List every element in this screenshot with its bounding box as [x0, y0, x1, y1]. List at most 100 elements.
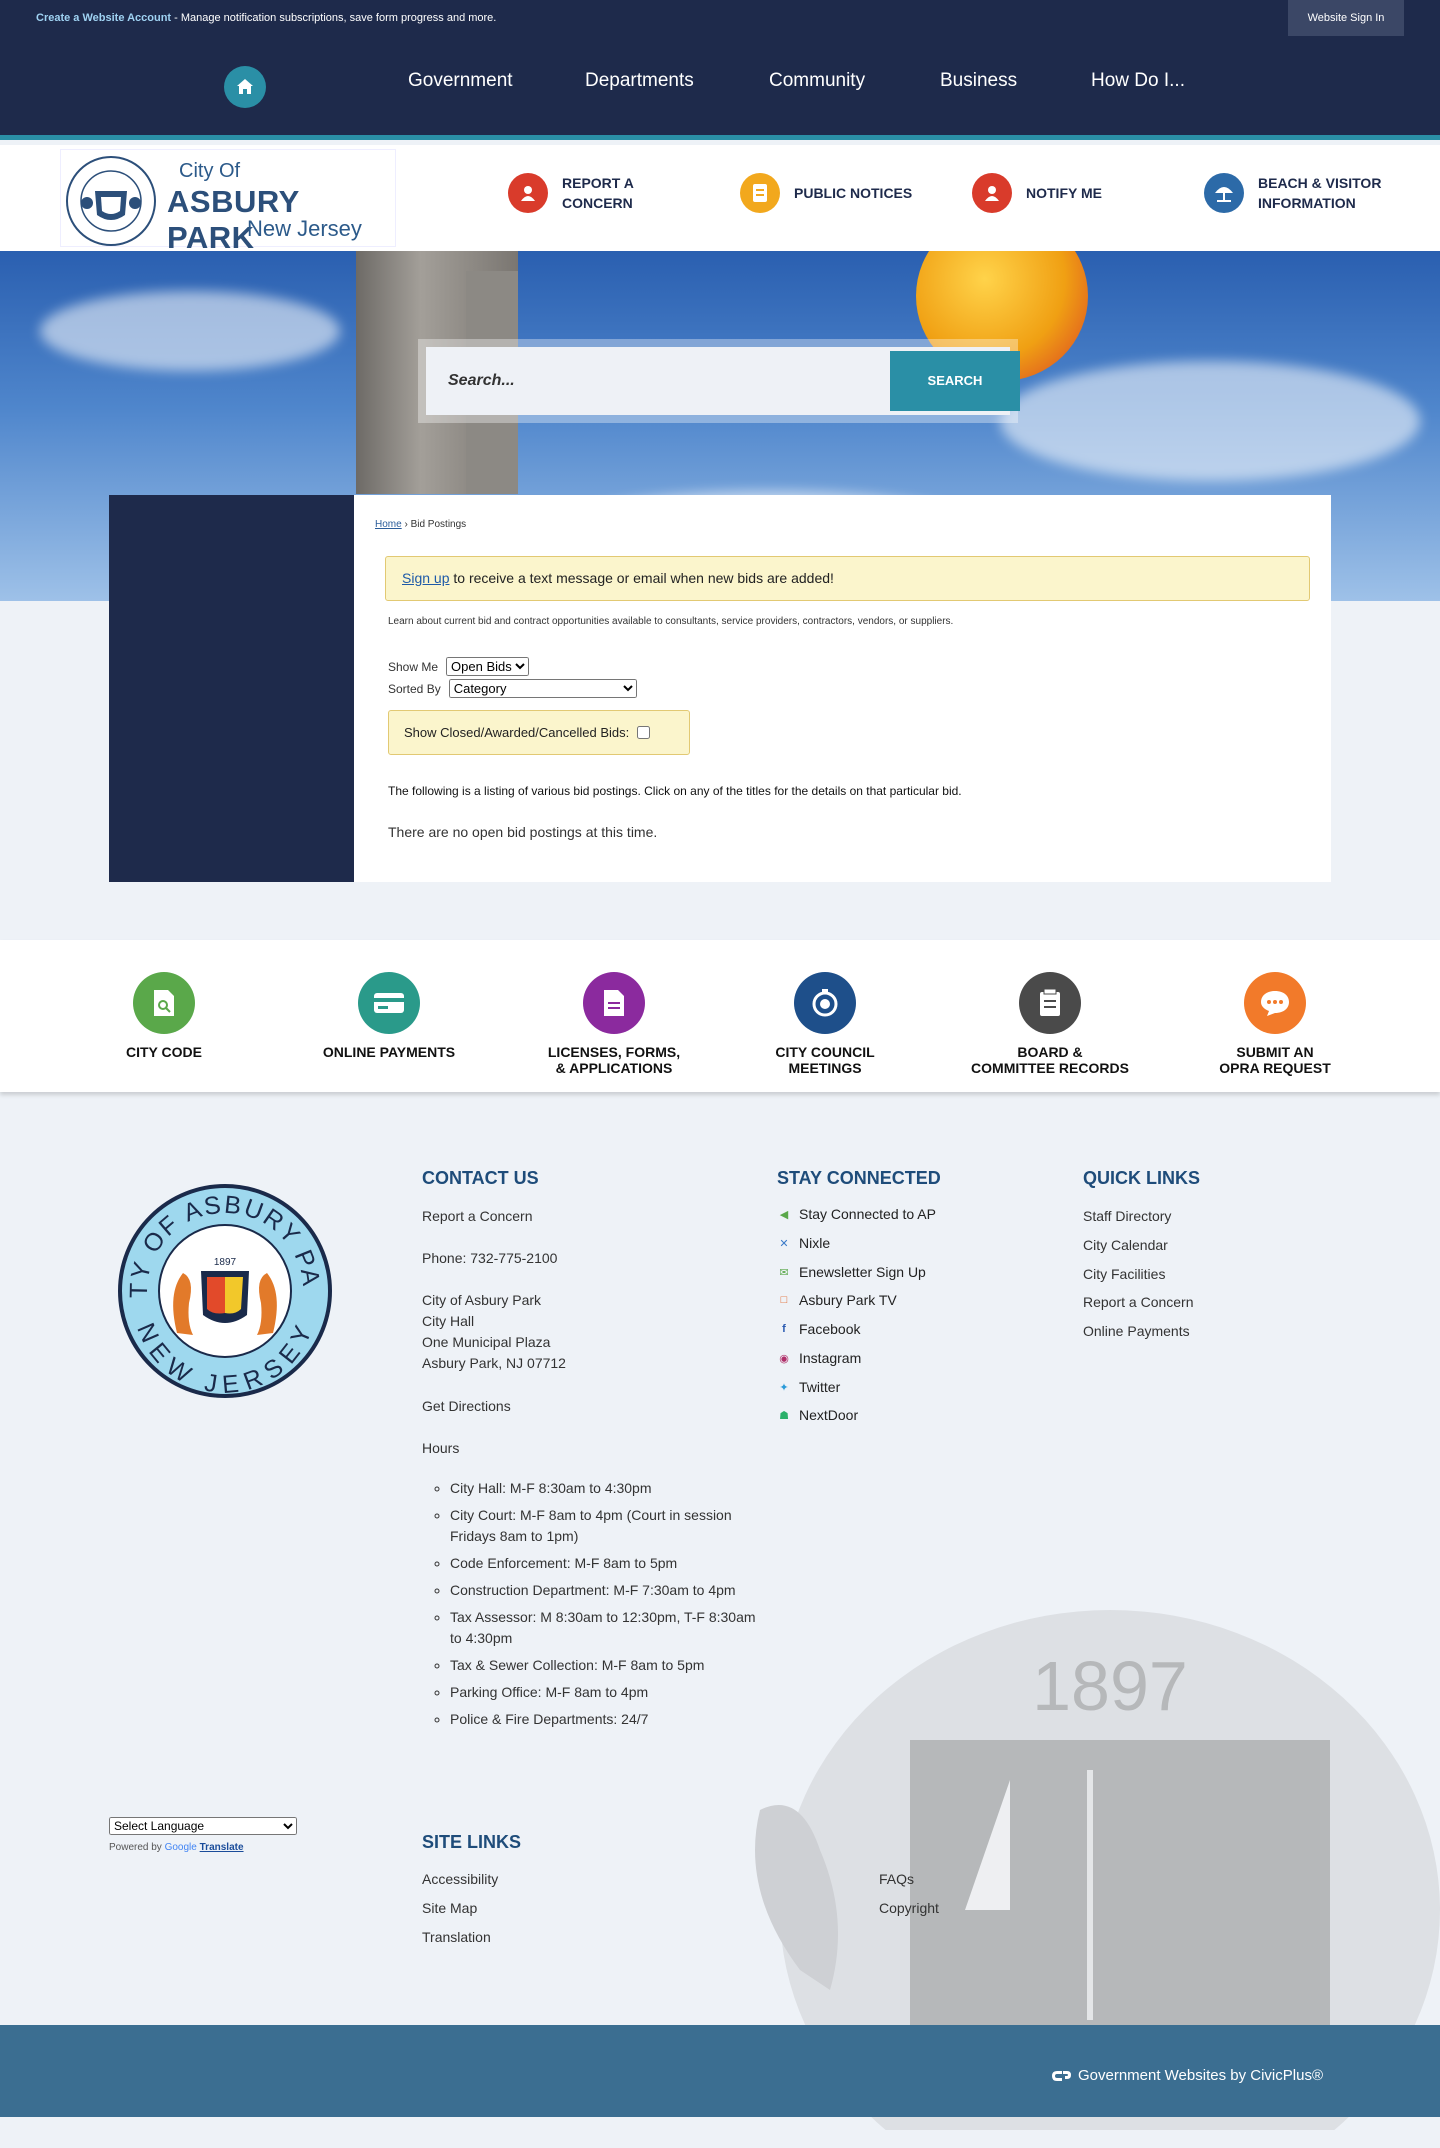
sign-up-link[interactable]: Sign up [402, 570, 449, 586]
website-sign-in-button[interactable]: Website Sign In [1288, 0, 1404, 36]
seal-year: 1897 [214, 1257, 237, 1268]
sorted-by-filter: Sorted By Category [388, 679, 637, 698]
breadcrumb-separator: › [401, 519, 411, 530]
site-search: SEARCH [418, 339, 1020, 423]
quick-icon-strip: CITY CODE ONLINE PAYMENTS LICENSES, FORM… [0, 940, 1440, 1092]
site-link-site-map[interactable]: Site Map [422, 1898, 477, 1919]
envelope-icon: ✉ [779, 1266, 789, 1279]
watermark-year: 1897 [1032, 1647, 1188, 1725]
listing-description: The following is a listing of various bi… [388, 784, 962, 798]
instagram-link[interactable]: ◉ Instagram [777, 1350, 861, 1366]
beach-visitor-link[interactable]: BEACH & VISITOR INFORMATION [1204, 173, 1381, 213]
twitter-link[interactable]: ✦ Twitter [777, 1379, 840, 1395]
quick-links-heading: QUICK LINKS [1083, 1168, 1200, 1188]
board-records-link[interactable]: BOARD & COMMITTEE RECORDS [950, 972, 1150, 1076]
footer-bottom-bar: Government Websites by CivicPlus® [0, 2025, 1440, 2117]
payment-card-icon [358, 972, 420, 1034]
facebook-link[interactable]: f Facebook [777, 1321, 860, 1337]
hours-list: City Hall: M-F 8:30am to 4:30pm City Cou… [430, 1478, 770, 1736]
stay-connected-heading: STAY CONNECTED [777, 1168, 941, 1188]
hours-item: Code Enforcement: M-F 8am to 5pm [450, 1553, 770, 1574]
notify-me-label: NOTIFY ME [1026, 185, 1102, 201]
nav-business[interactable]: Business [940, 70, 1017, 92]
enewsletter-link[interactable]: ✉ Enewsletter Sign Up [777, 1264, 925, 1280]
sorted-by-label: Sorted By [388, 681, 441, 696]
report-concern-footer-link[interactable]: Report a Concern [422, 1206, 533, 1227]
nav-departments[interactable]: Departments [585, 70, 694, 92]
powered-by-text: Powered by [109, 1842, 165, 1853]
facebook-icon: f [782, 1323, 786, 1335]
city-logo[interactable]: City Of ASBURY PARK New Jersey [60, 149, 396, 255]
language-selector: Select Language [109, 1817, 297, 1835]
show-me-filter: Show Me Open Bids [388, 657, 530, 676]
signup-notice: Sign up to receive a text message or ema… [385, 556, 1310, 601]
search-input[interactable] [426, 347, 866, 415]
city-code-link[interactable]: CITY CODE [64, 972, 264, 1060]
contact-phone: Phone: 732-775-2100 [422, 1250, 558, 1266]
public-notices-label: PUBLIC NOTICES [794, 185, 913, 201]
notice-icon [740, 173, 780, 213]
left-sidebar [109, 495, 354, 882]
opra-request-label: SUBMIT AN OPRA REQUEST [1219, 1044, 1331, 1076]
sorted-by-select[interactable]: Category [448, 679, 637, 698]
hours-item: Tax & Sewer Collection: M-F 8am to 5pm [450, 1655, 770, 1676]
nextdoor-icon: ☗ [779, 1409, 789, 1422]
logo-seal-icon [66, 156, 156, 246]
opra-request-link[interactable]: SUBMIT AN OPRA REQUEST [1175, 972, 1375, 1076]
stay-connected-label: Stay Connected to AP [799, 1206, 936, 1222]
language-select[interactable]: Select Language [109, 1817, 297, 1835]
site-link-accessibility[interactable]: Accessibility [422, 1869, 498, 1890]
closed-bids-checkbox[interactable] [637, 726, 651, 739]
quick-link[interactable]: Report a Concern [1083, 1292, 1194, 1313]
main-content: Home › Bid Postings Sign up to receive a… [354, 495, 1331, 882]
report-concern-link[interactable]: REPORT A CONCERN [508, 173, 634, 213]
licenses-forms-link[interactable]: LICENSES, FORMS, & APPLICATIONS [514, 972, 714, 1076]
nextdoor-label: NextDoor [799, 1407, 859, 1423]
nav-government[interactable]: Government [408, 70, 513, 92]
twitter-icon: ✦ [779, 1381, 789, 1394]
quick-link[interactable]: Online Payments [1083, 1321, 1190, 1342]
nextdoor-link[interactable]: ☗ NextDoor [777, 1407, 858, 1423]
beach-visitor-label: BEACH & VISITOR INFORMATION [1258, 175, 1382, 211]
site-links-heading: SITE LINKS [422, 1832, 522, 1852]
address-line: City Hall [422, 1313, 475, 1329]
quick-link[interactable]: City Calendar [1083, 1235, 1168, 1256]
get-directions-link[interactable]: Get Directions [422, 1396, 511, 1417]
hours-item: Police & Fire Departments: 24/7 [450, 1709, 770, 1730]
code-doc-icon [133, 972, 195, 1034]
nav-how-do-i[interactable]: How Do I... [1091, 70, 1185, 92]
create-account-link[interactable]: Create a Website Account [36, 12, 171, 24]
search-button[interactable]: SEARCH [890, 351, 1020, 411]
breadcrumb-home[interactable]: Home [375, 519, 402, 530]
quick-link[interactable]: Staff Directory [1083, 1206, 1171, 1227]
stay-connected-link[interactable]: ◀ Stay Connected to AP [777, 1206, 936, 1222]
show-me-select[interactable]: Open Bids [446, 657, 530, 676]
form-doc-icon [583, 972, 645, 1034]
account-message: Create a Website Account - Manage notifi… [36, 12, 496, 24]
share-icon: ◀ [779, 1208, 789, 1221]
address-line: One Municipal Plaza [422, 1334, 551, 1350]
asbury-park-tv-link[interactable]: □ Asbury Park TV [777, 1292, 897, 1308]
nav-community[interactable]: Community [769, 70, 865, 92]
notify-me-link[interactable]: NOTIFY ME [972, 173, 1102, 213]
site-link-faqs[interactable]: FAQs [879, 1869, 914, 1890]
address-line: City of Asbury Park [422, 1292, 542, 1308]
licenses-forms-label: LICENSES, FORMS, & APPLICATIONS [547, 1044, 681, 1076]
site-link-translation[interactable]: Translation [422, 1927, 491, 1948]
nixle-link[interactable]: ✕ Nixle [777, 1235, 830, 1251]
home-button[interactable] [224, 66, 266, 108]
home-icon [237, 79, 253, 94]
quick-link[interactable]: City Facilities [1083, 1264, 1165, 1285]
twitter-label: Twitter [799, 1379, 841, 1395]
online-payments-link[interactable]: ONLINE PAYMENTS [289, 972, 489, 1060]
hours-item: City Hall: M-F 8:30am to 4:30pm [450, 1478, 770, 1499]
civicplus-link[interactable]: Government Websites by CivicPlus® [1050, 2067, 1323, 2084]
chat-bubble-icon [1244, 972, 1306, 1034]
public-notices-link[interactable]: PUBLIC NOTICES [740, 173, 912, 213]
online-payments-label: ONLINE PAYMENTS [322, 1044, 456, 1060]
hours-item: Tax Assessor: M 8:30am to 12:30pm, T-F 8… [450, 1607, 770, 1649]
no-bids-message: There are no open bid postings at this t… [388, 824, 658, 840]
council-meetings-link[interactable]: CITY COUNCIL MEETINGS [725, 972, 925, 1076]
site-link-copyright[interactable]: Copyright [879, 1898, 939, 1919]
translate-link[interactable]: Translate [200, 1842, 244, 1853]
